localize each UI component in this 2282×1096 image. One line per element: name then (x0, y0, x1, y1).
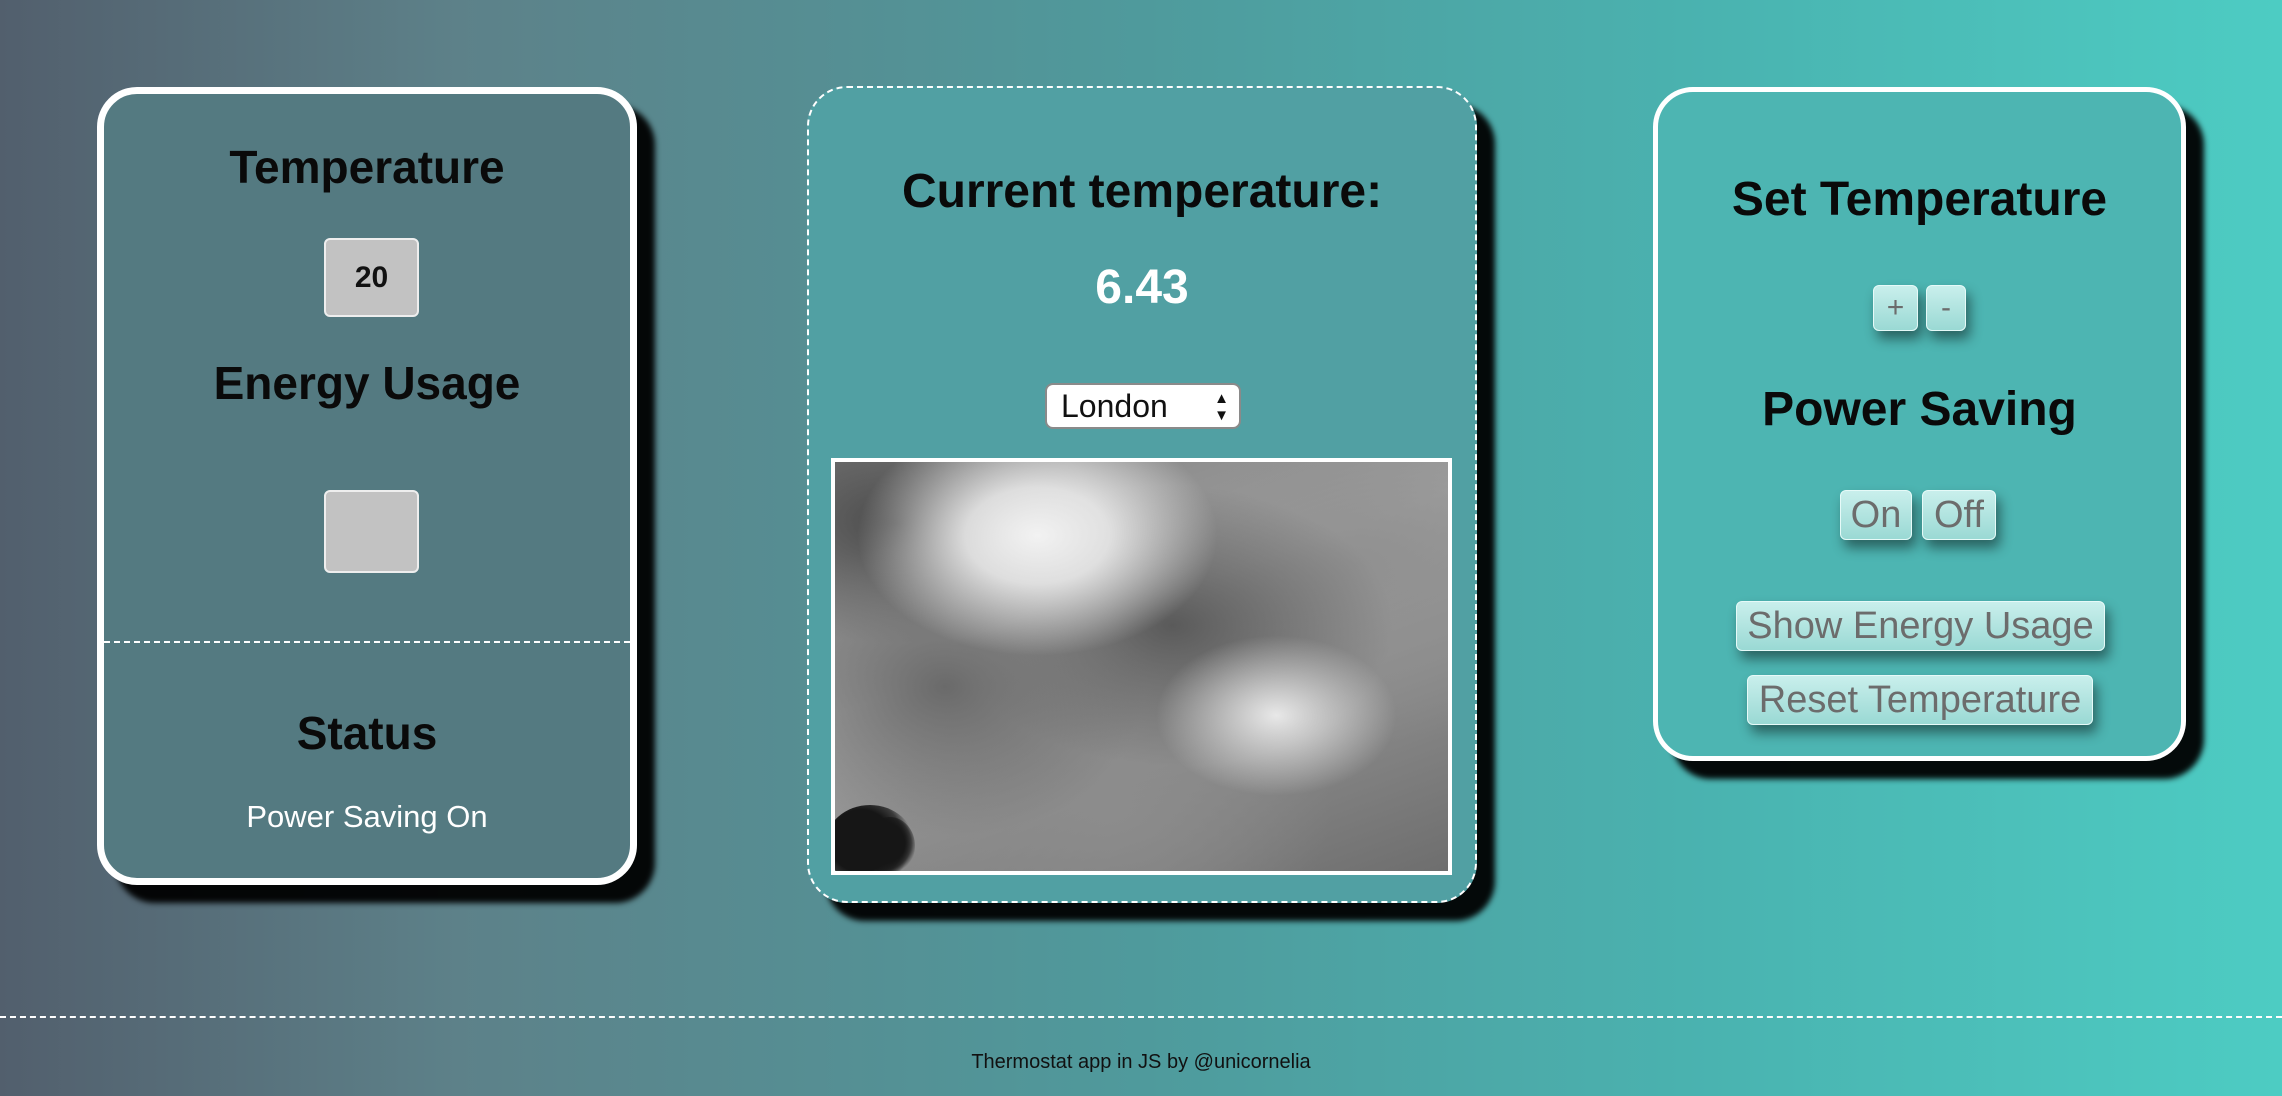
power-saving-status: Power Saving On (246, 799, 488, 834)
temperature-display: 20 (324, 238, 419, 317)
power-saving-heading: Power Saving (1762, 383, 2077, 436)
set-temperature-heading: Set Temperature (1731, 173, 2108, 226)
energy-usage-display (324, 490, 419, 573)
decrease-temperature-button[interactable]: - (1926, 285, 1966, 331)
current-temperature-heading: Current temperature: (901, 165, 1383, 218)
reset-temperature-button[interactable]: Reset Temperature (1747, 675, 2093, 725)
footer-divider (0, 1016, 2282, 1018)
status-divider (104, 641, 630, 643)
temperature-panel: Temperature 20 Energy Usage Status Power… (97, 87, 637, 885)
current-temperature-value: 6.43 (1095, 261, 1189, 314)
city-select-value: London (1061, 387, 1168, 424)
energy-usage-heading: Energy Usage (213, 357, 521, 409)
temperature-heading: Temperature (229, 141, 505, 193)
city-select[interactable]: London ▲ ▼ (1045, 383, 1241, 429)
weather-image (831, 458, 1452, 875)
footer-credit: Thermostat app in JS by @unicornelia (971, 1051, 1311, 1073)
status-heading: Status (296, 707, 438, 759)
controls-panel: Set Temperature + - Power Saving On Off … (1653, 87, 2186, 761)
select-arrows-icon: ▲ ▼ (1214, 390, 1229, 424)
power-saving-on-button[interactable]: On (1840, 490, 1912, 540)
show-energy-usage-button[interactable]: Show Energy Usage (1736, 601, 2105, 651)
weather-panel: Current temperature: 6.43 London ▲ ▼ (807, 86, 1477, 903)
power-saving-off-button[interactable]: Off (1922, 490, 1996, 540)
increase-temperature-button[interactable]: + (1873, 285, 1918, 331)
tree-silhouette-small (865, 817, 915, 871)
